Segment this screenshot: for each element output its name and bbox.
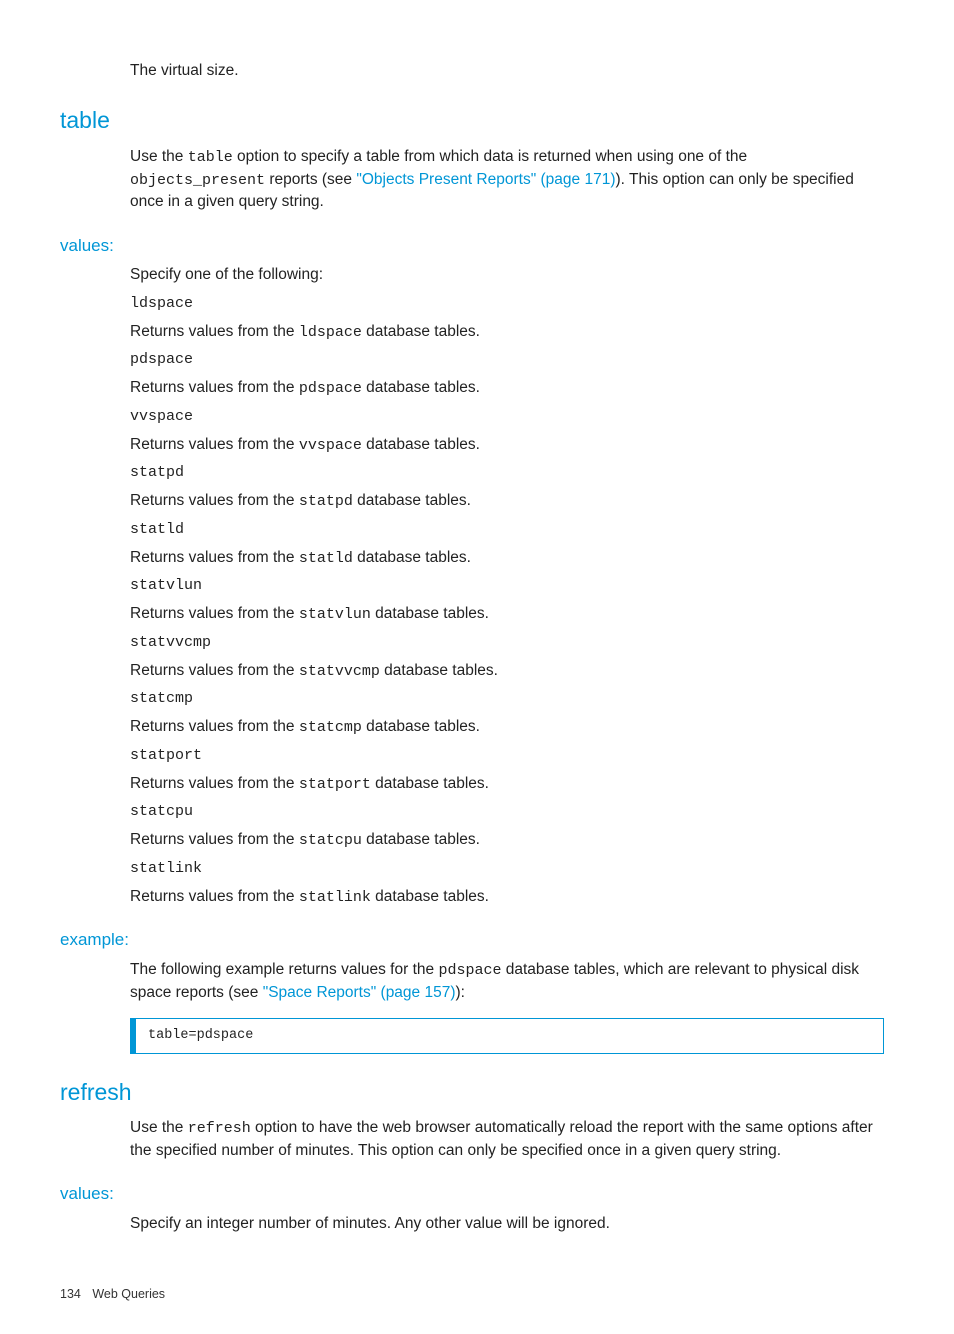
value-code-inline: statcpu xyxy=(299,832,362,849)
text: option to specify a table from which dat… xyxy=(233,148,747,165)
value-code: ldspace xyxy=(130,293,884,315)
text: database tables. xyxy=(380,662,498,679)
text: database tables. xyxy=(362,379,480,396)
value-description: Returns values from the statport databas… xyxy=(130,773,884,796)
refresh-values-text: Specify an integer number of minutes. An… xyxy=(130,1213,884,1235)
value-code-inline: pdspace xyxy=(299,380,362,397)
text: Use the xyxy=(130,148,188,165)
text: Returns values from the xyxy=(130,831,299,848)
heading-refresh: refresh xyxy=(60,1076,894,1109)
link-space-reports[interactable]: "Space Reports" (page 157) xyxy=(263,984,456,1001)
value-code: statpd xyxy=(130,462,884,484)
value-code-inline: statport xyxy=(299,776,371,793)
code-pdspace: pdspace xyxy=(438,962,501,979)
value-code-inline: statlink xyxy=(299,889,371,906)
value-code: vvspace xyxy=(130,406,884,428)
value-description: Returns values from the statvvcmp databa… xyxy=(130,660,884,683)
value-code: statport xyxy=(130,745,884,767)
value-code: statlink xyxy=(130,858,884,880)
text: ): xyxy=(456,984,465,1001)
text: Returns values from the xyxy=(130,888,299,905)
text: database tables. xyxy=(371,888,489,905)
intro-virtual-size: The virtual size. xyxy=(130,60,884,82)
text: Returns values from the xyxy=(130,436,299,453)
value-description: Returns values from the vvspace database… xyxy=(130,434,884,457)
text: database tables. xyxy=(362,831,480,848)
heading-table: table xyxy=(60,104,894,137)
value-code-inline: statld xyxy=(299,550,353,567)
value-code: statld xyxy=(130,519,884,541)
value-code-inline: vvspace xyxy=(299,437,362,454)
text: database tables. xyxy=(362,323,480,340)
value-code: statvlun xyxy=(130,575,884,597)
value-description: Returns values from the statpd database … xyxy=(130,490,884,513)
link-objects-present-reports[interactable]: "Objects Present Reports" (page 171) xyxy=(356,171,615,188)
text: Returns values from the xyxy=(130,605,299,622)
refresh-paragraph: Use the refresh option to have the web b… xyxy=(130,1117,884,1162)
value-code-inline: ldspace xyxy=(299,324,362,341)
text: database tables. xyxy=(371,605,489,622)
text: Returns values from the xyxy=(130,492,299,509)
value-description: Returns values from the statlink databas… xyxy=(130,886,884,909)
text: reports (see xyxy=(265,171,356,188)
code-objects-present: objects_present xyxy=(130,172,265,189)
value-description: Returns values from the statcpu database… xyxy=(130,829,884,852)
table-paragraph: Use the table option to specify a table … xyxy=(130,146,884,214)
heading-table-values: values: xyxy=(60,234,894,259)
text: database tables. xyxy=(371,775,489,792)
code-table: table xyxy=(188,149,233,166)
code-refresh: refresh xyxy=(188,1120,251,1137)
text: database tables. xyxy=(362,718,480,735)
value-description: Returns values from the statld database … xyxy=(130,547,884,570)
value-description: Returns values from the statcmp database… xyxy=(130,716,884,739)
value-code: pdspace xyxy=(130,349,884,371)
example-paragraph: The following example returns values for… xyxy=(130,959,884,1004)
text: database tables. xyxy=(353,492,471,509)
value-description: Returns values from the ldspace database… xyxy=(130,321,884,344)
value-code-inline: statcmp xyxy=(299,719,362,736)
value-code: statcmp xyxy=(130,688,884,710)
page-number: 134 xyxy=(60,1287,81,1301)
value-description: Returns values from the statvlun databas… xyxy=(130,603,884,626)
text: database tables. xyxy=(353,549,471,566)
value-code: statcpu xyxy=(130,801,884,823)
text: The following example returns values for… xyxy=(130,961,438,978)
text: Use the xyxy=(130,1119,188,1136)
text: Returns values from the xyxy=(130,662,299,679)
value-code-inline: statvvcmp xyxy=(299,663,380,680)
value-code-inline: statvlun xyxy=(299,606,371,623)
value-code-inline: statpd xyxy=(299,493,353,510)
page-footer: 134 Web Queries xyxy=(60,1285,894,1303)
text: database tables. xyxy=(362,436,480,453)
text: Returns values from the xyxy=(130,379,299,396)
text: Returns values from the xyxy=(130,549,299,566)
heading-refresh-values: values: xyxy=(60,1182,894,1207)
values-intro: Specify one of the following: xyxy=(130,264,884,286)
value-code: statvvcmp xyxy=(130,632,884,654)
value-description: Returns values from the pdspace database… xyxy=(130,377,884,400)
footer-section: Web Queries xyxy=(92,1287,165,1301)
text: Returns values from the xyxy=(130,718,299,735)
text: Returns values from the xyxy=(130,323,299,340)
heading-table-example: example: xyxy=(60,928,894,953)
text: Returns values from the xyxy=(130,775,299,792)
code-example-box: table=pdspace xyxy=(130,1018,884,1054)
